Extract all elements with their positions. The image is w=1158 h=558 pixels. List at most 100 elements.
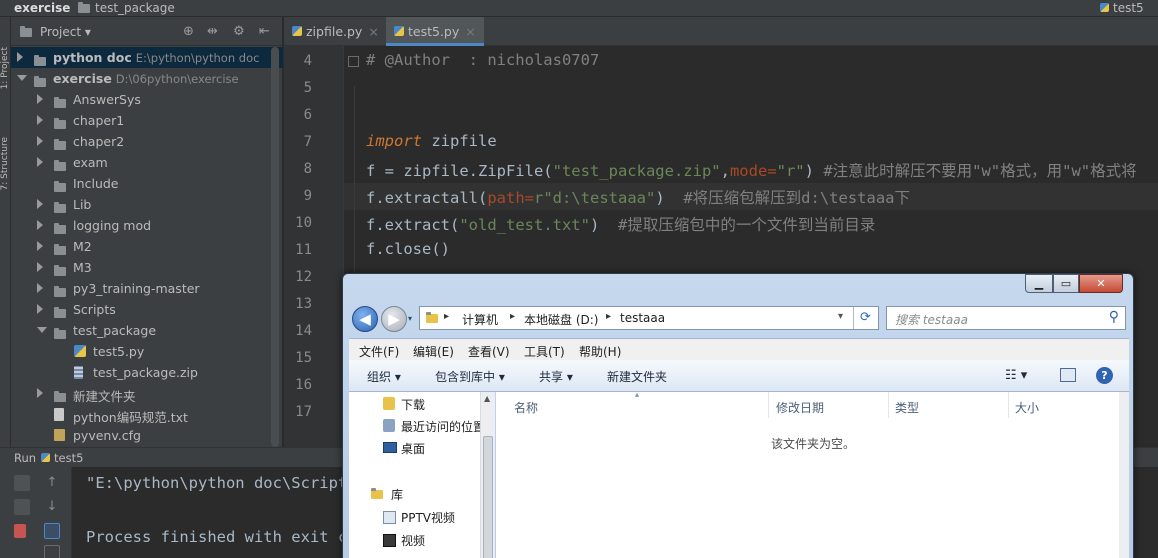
refresh-button[interactable]: ⟳ — [853, 307, 877, 329]
address-segment-testaaa[interactable]: testaaa — [620, 311, 665, 325]
breadcrumb-exercise[interactable]: exercise — [14, 1, 70, 15]
tree-item[interactable]: 新建文件夹 — [11, 383, 283, 404]
address-segment-drive[interactable]: 本地磁盘 (D:) — [524, 311, 598, 328]
chevron-right-icon[interactable] — [37, 241, 43, 251]
chevron-right-icon[interactable] — [37, 199, 43, 209]
tree-item[interactable]: chaper2 — [11, 131, 283, 152]
file-list-pane[interactable]: 名称 ▴ 修改日期 类型 大小 该文件夹为空。 — [496, 390, 1129, 558]
history-dropdown-icon[interactable]: ▾ — [408, 314, 412, 323]
nav-item-desktop[interactable]: 桌面 — [401, 440, 425, 457]
gear-icon[interactable]: ⚙ — [233, 24, 245, 39]
organize-button[interactable]: 组织 ▾ — [367, 368, 401, 385]
close-icon[interactable]: × — [368, 24, 378, 39]
nav-item-recent[interactable]: 最近访问的位置 — [401, 418, 485, 435]
project-tool-window-tab[interactable]: 1: Project — [0, 47, 11, 89]
back-button[interactable]: ◀ — [352, 306, 378, 332]
search-input[interactable]: 搜索 testaaa ⚲ — [886, 306, 1126, 330]
chevron-right-icon[interactable] — [37, 157, 43, 167]
chevron-right-icon[interactable] — [37, 262, 43, 272]
tree-item[interactable]: test5.py — [11, 341, 283, 362]
nav-item-pptv[interactable]: PPTV视频 — [401, 509, 455, 526]
menu-edit[interactable]: 编辑(E) — [413, 343, 454, 360]
tree-item[interactable]: logging mod — [11, 215, 283, 236]
address-separator[interactable]: ▸ — [510, 311, 515, 322]
chevron-right-icon[interactable] — [37, 115, 43, 125]
nav-item-library[interactable]: 库 — [391, 486, 403, 503]
tree-item[interactable]: py3_training-master — [11, 278, 283, 299]
nav-item-downloads[interactable]: 下载 — [401, 396, 425, 413]
tab-test5[interactable]: test5.py × — [386, 17, 484, 46]
soft-wrap-icon[interactable] — [44, 523, 60, 539]
column-size[interactable]: 大小 — [1015, 399, 1039, 416]
target-icon[interactable]: ⊕ — [183, 24, 194, 39]
address-dropdown-icon[interactable]: ▾ — [838, 311, 843, 322]
stop-icon[interactable] — [14, 499, 30, 515]
chevron-right-icon[interactable] — [17, 52, 23, 62]
run-config-tab[interactable]: test5 — [41, 451, 83, 465]
tree-item[interactable]: python编码规范.txt — [11, 404, 283, 425]
tree-item[interactable]: python doc E:\python\python doc — [11, 47, 283, 68]
chevron-right-icon[interactable] — [37, 94, 43, 104]
hide-icon[interactable]: ⇤ — [259, 24, 270, 39]
run-config-selector[interactable]: test5 — [1100, 1, 1144, 15]
chevron-down-icon[interactable] — [37, 327, 47, 333]
maximize-button[interactable]: ▭ — [1053, 274, 1079, 293]
navigation-scrollbar[interactable]: ▲ — [480, 392, 495, 558]
scroll-thumb[interactable] — [483, 436, 493, 558]
search-icon[interactable]: ⚲ — [1109, 309, 1119, 325]
close-icon[interactable]: × — [465, 24, 475, 39]
address-separator[interactable]: ▸ — [606, 311, 611, 322]
tree-item[interactable]: chaper1 — [11, 110, 283, 131]
view-options-icon[interactable]: ☷ ▾ — [1005, 368, 1027, 383]
chevron-right-icon[interactable] — [37, 136, 43, 146]
down-arrow-icon[interactable]: ↓ — [44, 499, 60, 515]
tree-item[interactable]: exam — [11, 152, 283, 173]
address-separator[interactable]: ▸ — [444, 311, 449, 322]
chevron-right-icon[interactable] — [37, 283, 43, 293]
column-divider[interactable] — [768, 392, 769, 418]
menu-help[interactable]: 帮助(H) — [579, 343, 621, 360]
nav-item-videos[interactable]: 视频 — [401, 532, 425, 549]
pause-icon[interactable] — [14, 524, 26, 538]
column-date-modified[interactable]: 修改日期 — [776, 399, 824, 416]
column-name[interactable]: 名称 — [514, 399, 538, 416]
tree-item[interactable]: Include — [11, 173, 283, 194]
tree-item[interactable]: test_package — [11, 320, 283, 341]
project-panel-title[interactable]: Project ▾ — [20, 25, 91, 39]
scroll-up-icon[interactable]: ▲ — [484, 394, 490, 403]
tree-item[interactable]: Lib — [11, 194, 283, 215]
fold-marker-icon[interactable] — [348, 56, 359, 67]
close-button[interactable]: ✕ — [1079, 274, 1123, 293]
preview-pane-icon[interactable] — [1060, 368, 1076, 382]
chevron-right-icon[interactable] — [37, 388, 43, 398]
menu-tools[interactable]: 工具(T) — [524, 343, 565, 360]
address-bar[interactable]: ▸ 计算机 ▸ 本地磁盘 (D:) ▸ testaaa ▾ — [419, 306, 879, 330]
share-button[interactable]: 共享 ▾ — [539, 368, 573, 385]
project-scrollbar[interactable] — [271, 47, 279, 447]
tree-item[interactable]: M2 — [11, 236, 283, 257]
column-divider[interactable] — [888, 392, 889, 418]
tree-item[interactable]: AnswerSys — [11, 89, 283, 110]
column-type[interactable]: 类型 — [895, 399, 919, 416]
chevron-down-icon[interactable] — [17, 75, 27, 81]
chevron-right-icon[interactable] — [37, 304, 43, 314]
forward-button[interactable]: ▶ — [381, 306, 407, 332]
rerun-icon[interactable] — [14, 475, 30, 491]
breadcrumb-test-package[interactable]: test_package — [78, 1, 175, 15]
menu-file[interactable]: 文件(F) — [359, 343, 399, 360]
up-arrow-icon[interactable]: ↑ — [44, 475, 60, 491]
column-divider[interactable] — [1008, 392, 1009, 418]
scroll-to-end-icon[interactable] — [44, 545, 60, 558]
tree-item[interactable]: test_package.zip — [11, 362, 283, 383]
structure-tool-window-tab[interactable]: 7: Structure — [0, 137, 11, 191]
minimize-button[interactable]: ▁ — [1025, 274, 1053, 293]
include-in-library-button[interactable]: 包含到库中 ▾ — [435, 368, 505, 385]
tree-item[interactable]: pyvenv.cfg — [11, 425, 283, 446]
tree-item[interactable]: M3 — [11, 257, 283, 278]
help-icon[interactable]: ? — [1096, 367, 1113, 384]
menu-view[interactable]: 查看(V) — [468, 343, 510, 360]
collapse-icon[interactable]: ⇹ — [207, 24, 218, 39]
chevron-right-icon[interactable] — [37, 220, 43, 230]
new-folder-button[interactable]: 新建文件夹 — [607, 368, 667, 385]
file-list-scrollbar[interactable] — [1119, 392, 1129, 558]
